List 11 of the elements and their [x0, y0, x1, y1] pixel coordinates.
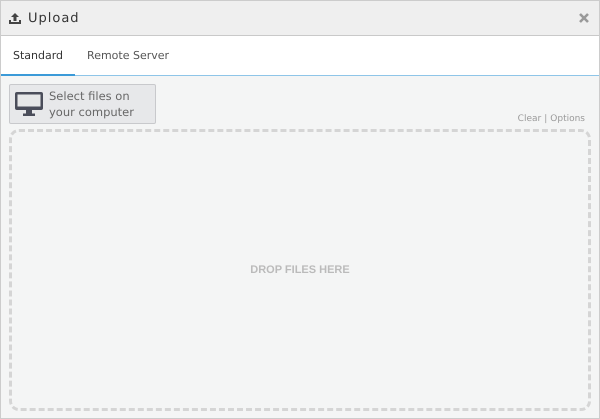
- tab[interactable]: Remote Server: [75, 36, 182, 76]
- separator: |: [544, 114, 548, 124]
- close-icon[interactable]: [579, 13, 589, 23]
- upload-icon: [9, 12, 21, 24]
- clear-link[interactable]: Clear: [518, 114, 542, 124]
- monitor-icon: [15, 92, 43, 116]
- tab[interactable]: Standard: [1, 36, 76, 76]
- select-files-button[interactable]: Select files on your computer: [9, 84, 156, 124]
- window-title: Upload: [28, 10, 80, 26]
- drop-hint: DROP FILES HERE: [250, 264, 350, 276]
- options-link[interactable]: Options: [550, 114, 585, 124]
